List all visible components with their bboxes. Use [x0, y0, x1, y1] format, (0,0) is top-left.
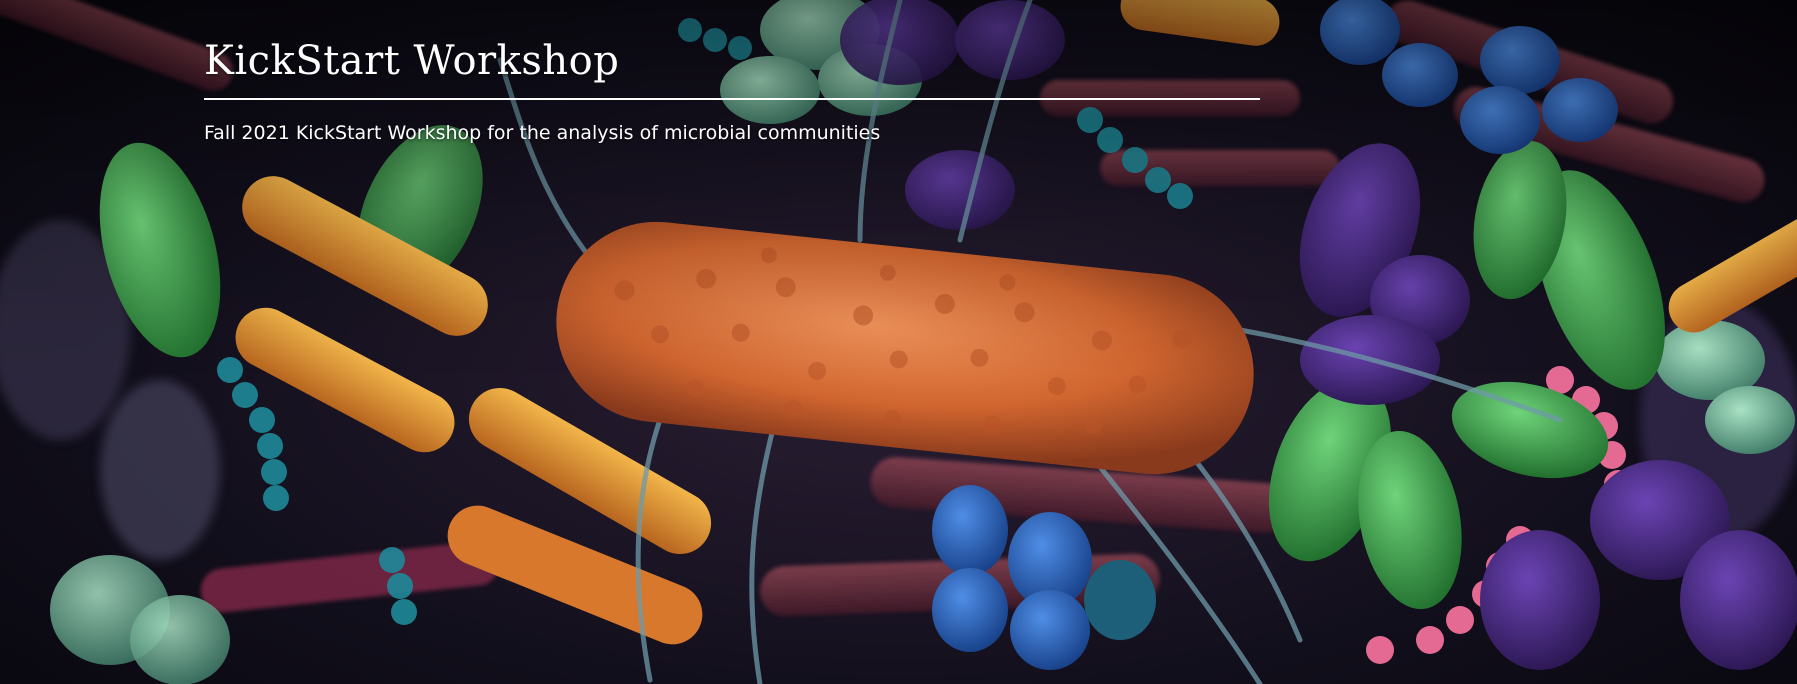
hero-banner: KickStart Workshop Fall 2021 KickStart W…: [0, 0, 1797, 684]
title-divider: [204, 98, 1260, 100]
site-subtitle: Fall 2021 KickStart Workshop for the ana…: [204, 122, 881, 144]
site-header: KickStart Workshop Fall 2021 KickStart W…: [204, 38, 1260, 144]
site-title[interactable]: KickStart Workshop: [204, 38, 1260, 98]
